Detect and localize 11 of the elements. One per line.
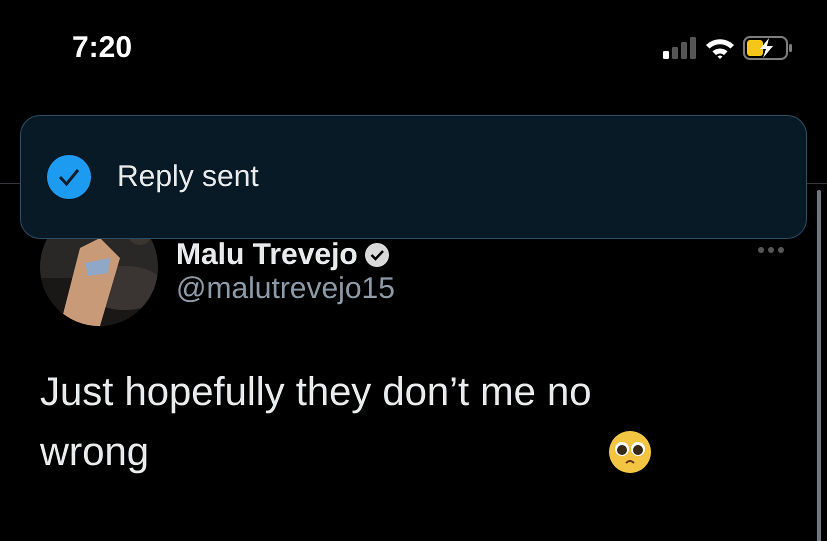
wifi-icon bbox=[705, 37, 735, 59]
tweet-text: Just hopefully they don’t me no wrong bbox=[40, 369, 592, 476]
check-icon bbox=[47, 155, 91, 199]
pleading-emoji-icon bbox=[608, 430, 652, 474]
status-time: 7:20 bbox=[72, 31, 132, 65]
battery-charging-icon bbox=[743, 36, 793, 60]
user-name: Malu Trevejo bbox=[176, 238, 358, 272]
toast-text: Reply sent bbox=[117, 160, 259, 194]
signal-icon bbox=[663, 37, 697, 59]
more-icon[interactable] bbox=[757, 246, 785, 254]
user-handle[interactable]: @malutrevejo15 bbox=[176, 272, 395, 306]
